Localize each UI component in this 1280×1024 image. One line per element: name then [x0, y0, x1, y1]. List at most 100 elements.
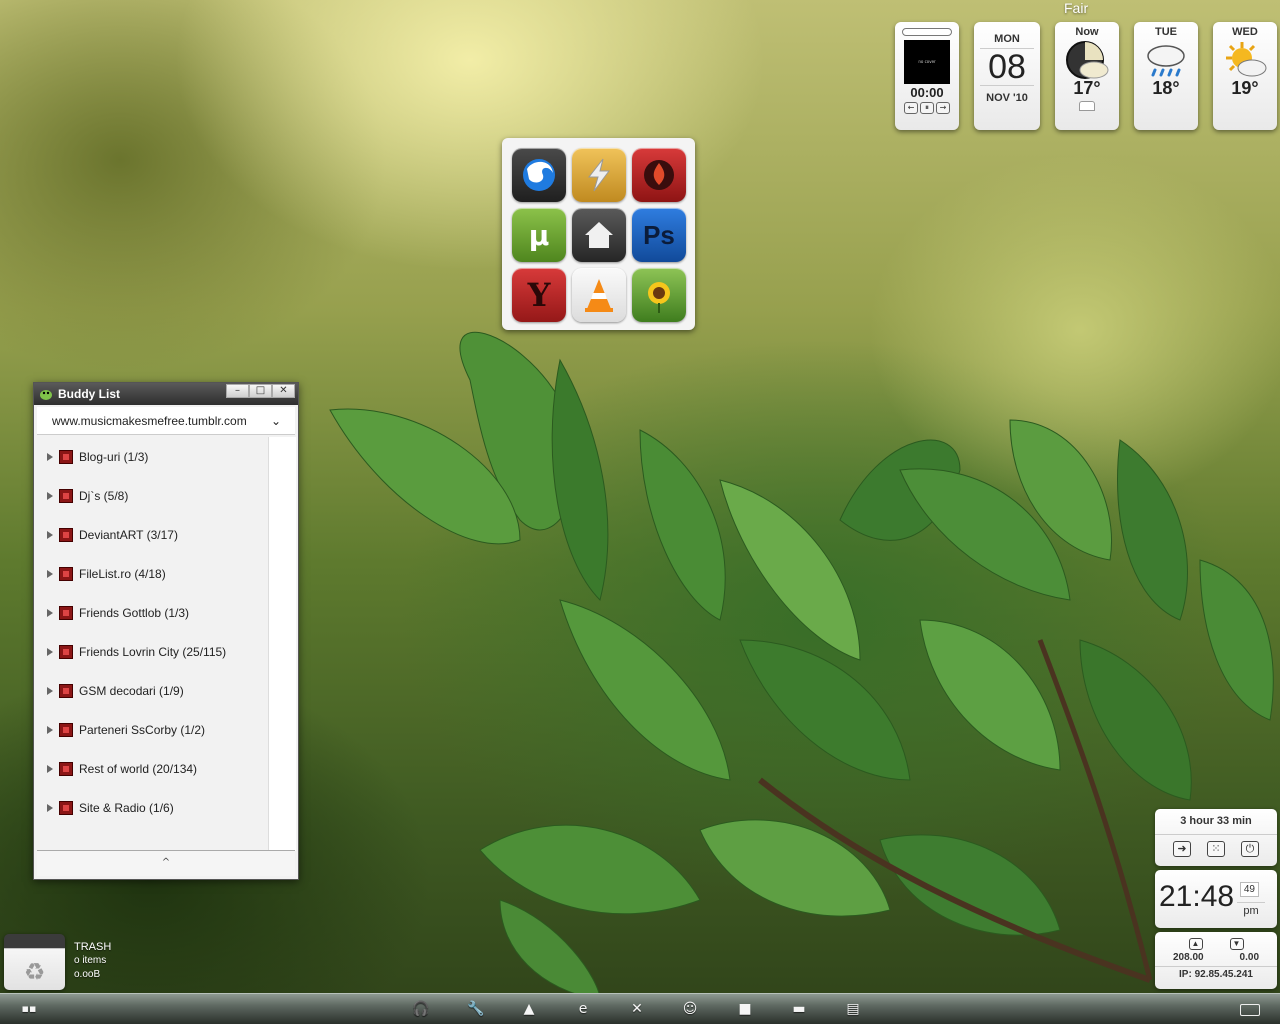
minimize-button[interactable]: – — [226, 384, 249, 398]
burner-app[interactable] — [632, 148, 686, 202]
network-values: 208.00 0.00 — [1155, 952, 1277, 963]
pause-button[interactable]: ⏸ — [920, 102, 934, 114]
list-item[interactable]: Friends Lovrin City (25/115) — [37, 632, 268, 671]
close-button[interactable]: ✕ — [272, 384, 295, 398]
network-widget: ▲ ▼ 208.00 0.00 IP: 92.85.45.241 — [1155, 932, 1277, 989]
window-title: Buddy List — [58, 387, 120, 401]
group-icon — [59, 566, 73, 581]
expand-arrow-icon[interactable] — [47, 647, 53, 656]
utorrent-icon: µ — [528, 218, 550, 252]
previous-button[interactable]: ← — [904, 102, 918, 114]
battery-remaining: 3 hour 33 min — [1155, 809, 1277, 835]
group-icon — [59, 527, 73, 542]
home-app[interactable] — [572, 208, 626, 262]
sleep-icon[interactable]: ⁙ — [1207, 841, 1225, 857]
utorrent-app[interactable]: µ — [512, 208, 566, 262]
winamp-app[interactable] — [572, 148, 626, 202]
group-label: Parteneri SsCorby (1/2) — [79, 722, 206, 737]
group-icon — [59, 488, 73, 503]
home-icon — [585, 222, 613, 248]
next-button[interactable]: → — [936, 102, 950, 114]
weather-now-widget[interactable]: Now 17° — [1055, 22, 1119, 130]
sunflower-icon — [648, 282, 670, 313]
scrollbar[interactable] — [268, 437, 296, 851]
media-player-widget: no cover 00:00 ← ⏸ → — [895, 22, 959, 130]
power-widget: 3 hour 33 min ➜ ⁙ ⏻ — [1155, 809, 1277, 866]
trash-size: o.ooB — [74, 969, 101, 980]
list-item[interactable]: Site & Radio (1/6) — [37, 788, 268, 827]
sun-cloud-icon — [1226, 42, 1267, 77]
bell-icon[interactable]: ▲ — [520, 1000, 538, 1018]
download-value: 0.00 — [1239, 952, 1260, 963]
yahoo-app[interactable]: Y — [512, 268, 566, 322]
list-item[interactable]: FileList.ro (4/18) — [37, 554, 268, 593]
clock-widget: 21:48 49 pm — [1155, 870, 1277, 928]
trash-label: TRASH — [74, 941, 112, 953]
media-progress-slot — [902, 28, 952, 36]
group-label: Dj`s (5/8) — [79, 488, 129, 503]
expand-arrow-icon[interactable] — [47, 686, 53, 695]
vlc-icon — [585, 279, 613, 312]
expand-arrow-icon[interactable] — [47, 725, 53, 734]
group-icon — [59, 761, 73, 776]
vlc-app[interactable] — [572, 268, 626, 322]
folder-icon[interactable]: ▤ — [844, 1000, 862, 1018]
list-item[interactable]: Blog-uri (1/3) — [37, 437, 268, 476]
status-toggle[interactable]: ^ — [37, 850, 295, 876]
winamp-icon — [587, 158, 610, 192]
pidgin-icon — [40, 390, 52, 400]
album-cover: no cover — [904, 40, 950, 84]
trash-widget[interactable]: ♻ — [4, 934, 65, 990]
sunflower-app[interactable] — [632, 268, 686, 322]
weather-tab[interactable] — [1079, 101, 1095, 111]
expand-arrow-icon[interactable] — [47, 491, 53, 500]
list-item[interactable]: Dj`s (5/8) — [37, 476, 268, 515]
wrench-icon[interactable]: 🔧 — [467, 1000, 485, 1018]
expand-arrow-icon[interactable] — [47, 530, 53, 539]
list-item[interactable]: GSM decodari (1/9) — [37, 671, 268, 710]
group-label: FileList.ro (4/18) — [79, 566, 166, 581]
video-icon[interactable]: ■ — [736, 1000, 754, 1018]
pidgin-icon[interactable]: ☺ — [681, 1000, 699, 1018]
ip-address: IP: 92.85.45.241 — [1155, 966, 1277, 980]
date-number: 08 — [980, 48, 1034, 86]
expand-arrow-icon[interactable] — [47, 452, 53, 461]
window-titlebar[interactable]: Buddy List – □ ✕ — [34, 383, 298, 405]
tray-icon[interactable] — [1240, 1004, 1260, 1016]
weather-day: TUE — [1155, 26, 1177, 38]
weather-day: WED — [1232, 26, 1258, 38]
firefox-app[interactable] — [512, 148, 566, 202]
expand-arrow-icon[interactable] — [47, 764, 53, 773]
list-item[interactable]: Friends Gottlob (1/3) — [37, 593, 268, 632]
power-icon[interactable]: ⏻ — [1241, 841, 1259, 857]
start-button[interactable]: ▪▪ — [20, 1000, 38, 1018]
close-icon[interactable]: ✕ — [628, 1000, 646, 1018]
date-month: NOV '10 — [986, 92, 1028, 104]
group-label: Blog-uri (1/3) — [79, 449, 149, 464]
window-buttons: – □ ✕ — [226, 384, 295, 398]
group-label: Friends Gottlob (1/3) — [79, 605, 190, 620]
account-selector[interactable]: www.musicmakesmefree.tumblr.com ⌄ — [37, 407, 295, 435]
date-day: MON — [994, 33, 1020, 45]
expand-arrow-icon[interactable] — [47, 803, 53, 812]
account-name: www.musicmakesmefree.tumblr.com — [52, 413, 247, 428]
group-icon — [59, 683, 73, 698]
download-icon: ▼ — [1229, 938, 1244, 950]
logoff-icon[interactable]: ➜ — [1173, 841, 1191, 857]
group-label: GSM decodari (1/9) — [79, 683, 184, 698]
list-item[interactable]: Rest of world (20/134) — [37, 749, 268, 788]
list-item[interactable]: DeviantART (3/17) — [37, 515, 268, 554]
weather-wed-widget[interactable]: WED 19° — [1213, 22, 1277, 130]
power-buttons: ➜ ⁙ ⏻ — [1155, 835, 1277, 863]
expand-arrow-icon[interactable] — [47, 569, 53, 578]
photoshop-app[interactable]: Ps — [632, 208, 686, 262]
recycle-icon: ♻ — [23, 958, 46, 986]
expand-arrow-icon[interactable] — [47, 608, 53, 617]
clapper-icon[interactable]: ▬ — [790, 1000, 808, 1018]
maximize-button[interactable]: □ — [249, 384, 272, 398]
headphones-icon[interactable]: 🎧 — [412, 1000, 430, 1018]
list-item[interactable]: Parteneri SsCorby (1/2) — [37, 710, 268, 749]
ie-icon[interactable]: e — [574, 1000, 592, 1018]
trash-info: TRASH o items o.ooB — [74, 940, 111, 982]
weather-tue-widget[interactable]: TUE 18° — [1134, 22, 1198, 130]
